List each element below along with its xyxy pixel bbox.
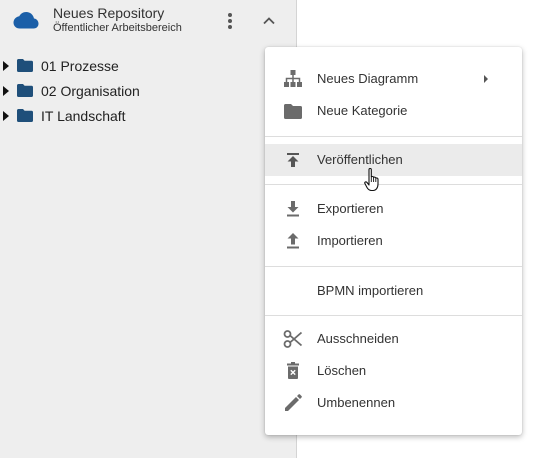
tree-item-it-landschaft[interactable]: IT Landschaft bbox=[0, 105, 296, 130]
menu-item-importieren[interactable]: Importieren bbox=[265, 225, 522, 257]
menu-item-label: Umbenennen bbox=[317, 395, 396, 410]
menu-item-loeschen[interactable]: Löschen bbox=[265, 355, 522, 387]
cloud-icon bbox=[13, 12, 39, 29]
menu-item-label: Löschen bbox=[317, 363, 367, 378]
menu-divider bbox=[265, 136, 522, 137]
expand-arrow-icon[interactable] bbox=[3, 86, 9, 96]
expand-arrow-icon[interactable] bbox=[3, 61, 9, 71]
menu-item-label: Exportieren bbox=[317, 201, 384, 216]
folder-icon bbox=[17, 84, 33, 97]
diagram-hierarchy-icon bbox=[284, 70, 302, 87]
menu-item-bpmn-importieren[interactable]: BPMN importieren bbox=[265, 275, 522, 307]
repository-title: Neues Repository bbox=[53, 5, 165, 21]
upload-icon bbox=[287, 233, 299, 249]
context-menu: Neues Diagramm Neue Kategorie Veröffentl… bbox=[265, 47, 522, 435]
category-tree: 01 Prozesse 02 Organisation IT Landschaf… bbox=[0, 55, 296, 130]
trash-icon bbox=[287, 362, 299, 379]
pencil-icon bbox=[285, 394, 302, 411]
more-options-icon[interactable] bbox=[220, 10, 240, 32]
menu-item-veroeffentlichen[interactable]: Veröffentlichen bbox=[265, 144, 522, 176]
menu-item-label: Neue Kategorie bbox=[317, 103, 408, 118]
menu-divider bbox=[265, 266, 522, 267]
menu-item-neues-diagramm[interactable]: Neues Diagramm bbox=[265, 63, 522, 95]
menu-divider bbox=[265, 315, 522, 316]
menu-item-label: Neues Diagramm bbox=[317, 71, 419, 86]
tree-item-label: 01 Prozesse bbox=[41, 58, 119, 74]
menu-item-label: BPMN importieren bbox=[317, 283, 424, 298]
scissors-icon bbox=[283, 330, 303, 348]
menu-item-label: Ausschneiden bbox=[317, 331, 399, 346]
menu-item-label: Veröffentlichen bbox=[317, 152, 403, 167]
app-root: Neues Repository Öffentlicher Arbeitsber… bbox=[0, 0, 549, 458]
expand-arrow-icon[interactable] bbox=[3, 111, 9, 121]
tree-item-prozesse[interactable]: 01 Prozesse bbox=[0, 55, 296, 80]
folder-icon bbox=[284, 104, 302, 119]
submenu-arrow-icon bbox=[484, 75, 488, 83]
menu-divider bbox=[265, 184, 522, 185]
hand-pointer-icon bbox=[364, 168, 379, 192]
folder-icon bbox=[17, 59, 33, 72]
chevron-up-icon[interactable] bbox=[259, 11, 279, 31]
publish-icon bbox=[287, 153, 299, 167]
menu-item-label: Importieren bbox=[317, 233, 383, 248]
menu-item-umbenennen[interactable]: Umbenennen bbox=[265, 387, 522, 419]
menu-item-exportieren[interactable]: Exportieren bbox=[265, 193, 522, 225]
download-icon bbox=[287, 201, 299, 217]
repository-subtitle: Öffentlicher Arbeitsbereich bbox=[53, 22, 182, 34]
menu-item-neue-kategorie[interactable]: Neue Kategorie bbox=[265, 95, 522, 127]
folder-icon bbox=[17, 109, 33, 122]
repository-header[interactable]: Neues Repository Öffentlicher Arbeitsber… bbox=[0, 0, 296, 42]
menu-item-ausschneiden[interactable]: Ausschneiden bbox=[265, 323, 522, 355]
tree-item-organisation[interactable]: 02 Organisation bbox=[0, 80, 296, 105]
tree-item-label: 02 Organisation bbox=[41, 83, 140, 99]
repository-sidebar: Neues Repository Öffentlicher Arbeitsber… bbox=[0, 0, 297, 458]
tree-item-label: IT Landschaft bbox=[41, 108, 126, 124]
